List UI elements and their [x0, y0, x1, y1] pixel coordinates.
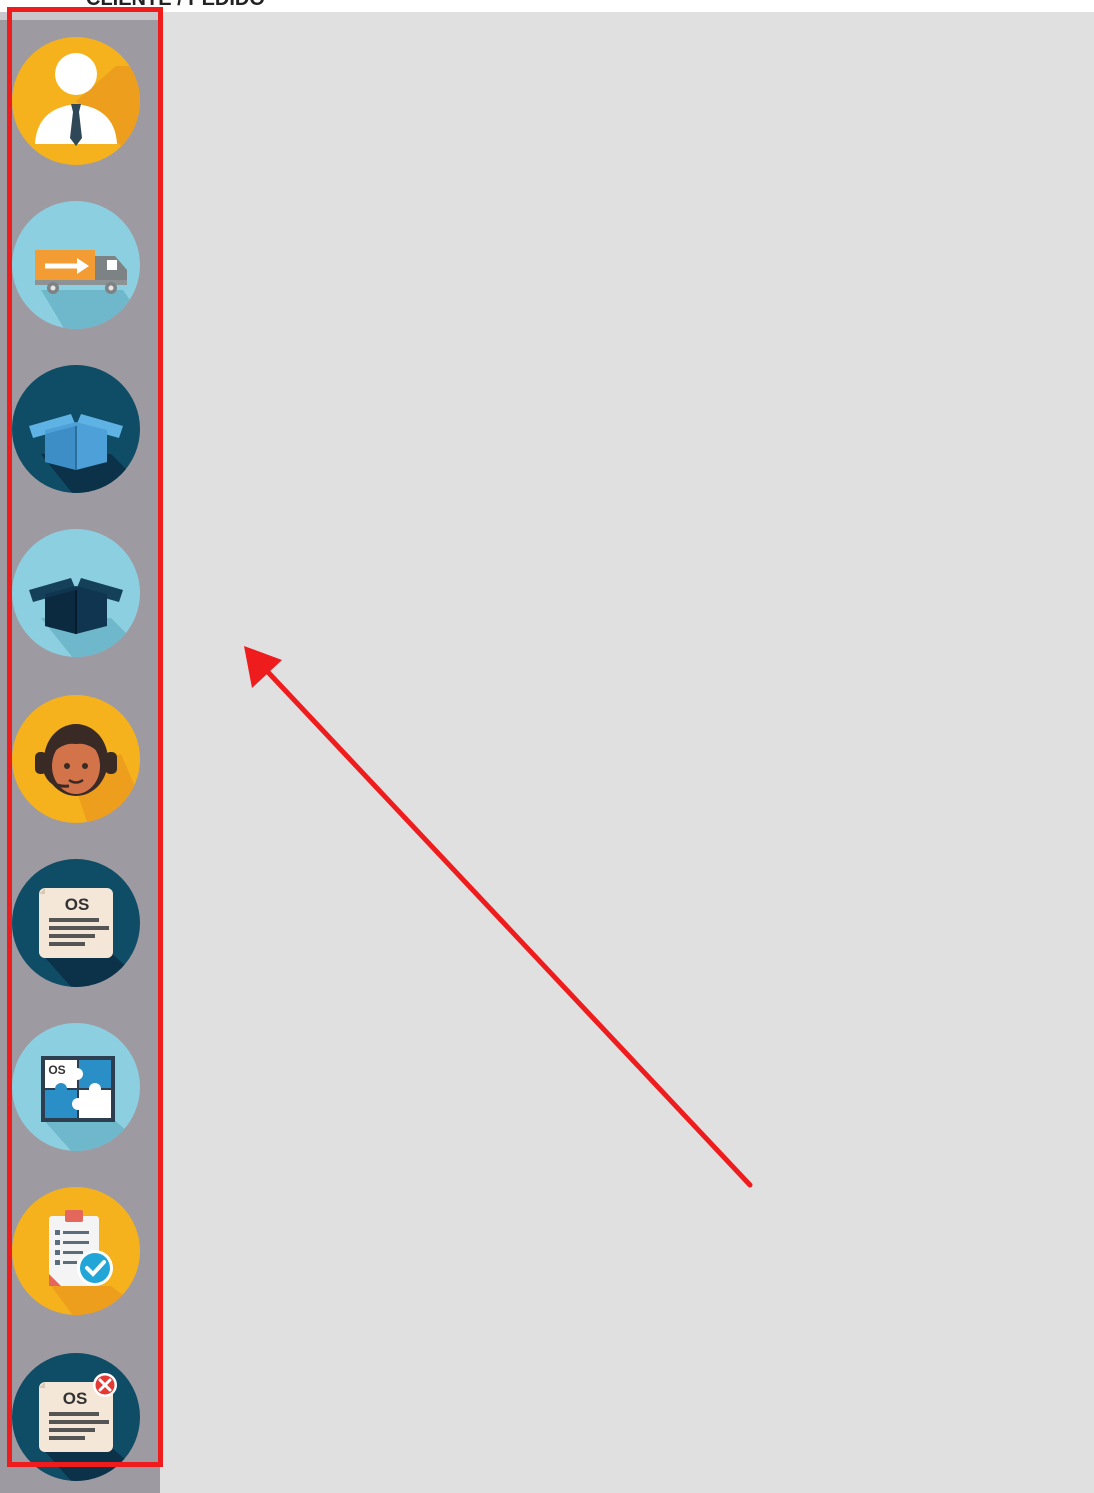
- top-strip: CLIENTE / PEDIDO: [0, 0, 1094, 12]
- sidebar-top-edge: [0, 12, 160, 20]
- support-headset-icon: [12, 695, 140, 823]
- sidebar-item-support[interactable]: [11, 694, 141, 824]
- sidebar-item-user-profile[interactable]: [11, 36, 141, 166]
- sidebar-item-service-order-puzzle[interactable]: OS: [11, 1022, 141, 1152]
- service-order-cancel-icon: OS: [12, 1353, 140, 1481]
- sidebar-item-box-open[interactable]: [11, 364, 141, 494]
- os-label: OS: [65, 895, 90, 914]
- content-area: [160, 12, 1094, 1493]
- checklist-approved-icon: [12, 1187, 140, 1315]
- delivery-truck-icon: [12, 201, 140, 329]
- sidebar-item-service-order-cancel[interactable]: OS: [11, 1352, 141, 1482]
- screen: CLIENTE / PEDIDO: [0, 0, 1094, 1493]
- sidebar-item-service-order[interactable]: OS: [11, 858, 141, 988]
- service-order-document-icon: OS: [12, 859, 140, 987]
- dark-box-icon: [12, 529, 140, 657]
- os-cancel-label: OS: [63, 1389, 88, 1408]
- open-box-icon: [12, 365, 140, 493]
- cropped-header-text: CLIENTE / PEDIDO: [86, 0, 265, 11]
- sidebar-item-checklist[interactable]: [11, 1186, 141, 1316]
- sidebar-item-box-dark[interactable]: [11, 528, 141, 658]
- os-puzzle-label: OS: [48, 1063, 65, 1077]
- sidebar-item-delivery[interactable]: [11, 200, 141, 330]
- service-order-puzzle-icon: OS: [12, 1023, 140, 1151]
- businessman-icon: [12, 37, 140, 165]
